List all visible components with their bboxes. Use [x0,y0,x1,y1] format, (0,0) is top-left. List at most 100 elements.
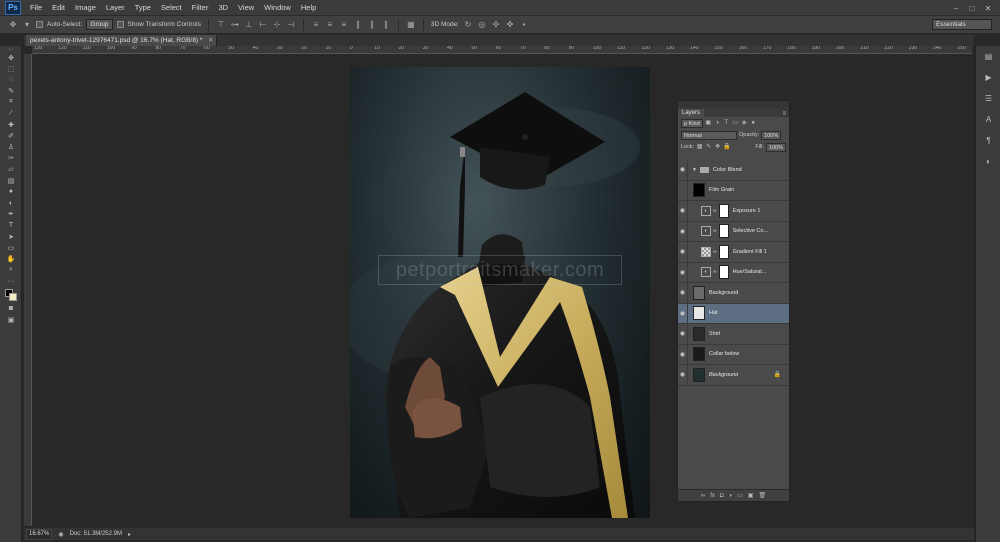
layer-thumbnail[interactable] [693,183,705,198]
distribute-left-icon[interactable]: ∥ [353,20,363,30]
eye-icon[interactable] [678,180,688,201]
lasso-tool-icon[interactable]: ◌ [0,74,22,85]
tab-layers[interactable]: Layers [678,109,705,117]
history-brush-tool-icon[interactable]: ✑ [0,153,22,164]
color-swatches[interactable] [0,287,22,303]
align-middle-icon[interactable]: ⊶ [230,20,240,30]
layer-row[interactable]: ◉ Background [678,282,789,304]
3d-roll-icon[interactable]: ◎ [477,20,487,30]
crop-tool-icon[interactable]: ⌗ [0,97,22,108]
filter-type-icon[interactable]: T [723,119,730,127]
layer-row[interactable]: ◉ ▼ Color Blend [678,159,789,181]
panel-grip[interactable] [678,101,789,108]
hand-tool-icon[interactable]: ✋ [0,253,22,264]
link-icon[interactable]: ∞ [713,208,717,214]
lock-position-icon[interactable]: ✥ [714,143,721,151]
brush-tool-icon[interactable]: ✐ [0,130,22,141]
add-mask-icon[interactable]: ◘ [720,493,724,499]
eye-icon[interactable]: ◉ [678,282,688,303]
transform-controls-checkbox[interactable] [116,21,124,28]
blur-tool-icon[interactable]: ● [0,186,22,197]
eyedropper-tool-icon[interactable]: ⁄ [0,108,22,119]
layer-mask-thumbnail[interactable] [718,203,729,218]
character-panel-icon[interactable]: A [976,109,1000,130]
distribute-middle-icon[interactable]: ≡ [325,20,335,30]
layer-row[interactable]: Film Grain [678,180,789,201]
opacity-field[interactable]: 100% [761,130,782,140]
paragraph-panel-icon[interactable]: ¶ [976,130,1000,151]
adjustments-panel-icon[interactable]: ◐ [976,151,1000,172]
filter-pixel-icon[interactable]: ▣ [705,119,712,127]
link-icon[interactable]: ∞ [713,228,717,234]
lock-pixels-icon[interactable]: ✎ [705,143,712,151]
layer-row[interactable]: ◉ Hat [678,303,789,324]
filter-shape-icon[interactable]: ▭ [732,119,739,127]
chevron-right-icon[interactable]: ▸ [128,531,131,538]
lock-all-icon[interactable]: 🔒 [723,143,730,151]
move-tool-icon[interactable]: ✥ [0,52,22,63]
pen-tool-icon[interactable]: ✒ [0,209,22,220]
screen-mode-icon[interactable]: ▣ [0,314,22,325]
new-group-icon[interactable]: ▭ [737,492,743,499]
filter-smart-object-icon[interactable]: ◈ [741,119,748,127]
share-icon[interactable]: ◉ [58,531,63,538]
link-layers-icon[interactable]: ∞ [701,493,705,499]
align-bottom-icon[interactable]: ⊥ [244,20,254,30]
blend-mode-dropdown[interactable]: Normal [681,130,737,140]
adjustment-icon[interactable]: ◑ [728,493,732,499]
quick-select-tool-icon[interactable]: ✎ [0,86,22,97]
actions-panel-icon[interactable]: ▶ [976,67,1000,88]
eye-icon[interactable]: ◉ [678,303,688,324]
menu-help[interactable]: Help [296,0,321,16]
canvas-area[interactable]: petportraitsmaker.com [32,54,972,526]
minimize-button[interactable]: – [948,4,964,13]
menu-view[interactable]: View [233,0,259,16]
rectangle-tool-icon[interactable]: ▭ [0,242,22,253]
properties-panel-icon[interactable]: ☰ [976,88,1000,109]
auto-select-dropdown[interactable]: Group [86,19,113,30]
history-panel-icon[interactable]: ▤ [976,46,1000,67]
quick-mask-icon[interactable]: ◙ [0,303,22,314]
layer-row[interactable]: ◉ ∞ Gradient Fill 1 [678,241,789,263]
3d-rotate-icon[interactable]: ↻ [463,20,473,30]
zoom-level-field[interactable]: 16.67% [26,528,53,540]
link-icon[interactable]: ∞ [713,269,717,275]
layer-thumbnail[interactable] [693,306,705,321]
layer-mask-thumbnail[interactable] [718,244,729,259]
chevron-down-icon[interactable]: ▾ [22,20,32,30]
layer-thumbnail[interactable] [693,326,705,341]
distribute-bottom-icon[interactable]: ≡ [339,20,349,30]
chevron-down-icon[interactable]: ▼ [692,167,697,173]
layer-row[interactable]: ◉ ◐ ∞ Exposure 1 [678,200,789,222]
link-icon[interactable]: ∞ [713,249,717,255]
new-layer-icon[interactable]: ▣ [748,492,754,499]
3d-scale-icon[interactable]: ▪ [519,20,529,30]
eraser-tool-icon[interactable]: ▱ [0,164,22,175]
path-selection-tool-icon[interactable]: ➤ [0,231,22,242]
filter-adjustment-icon[interactable]: ◑ [714,119,721,127]
layer-row[interactable]: ◉ Background 🔒 [678,364,789,386]
menu-image[interactable]: Image [70,0,101,16]
distribute-center-icon[interactable]: ∥ [367,20,377,30]
trash-icon[interactable]: 🗑 [758,492,766,499]
close-icon[interactable]: ✕ [208,35,213,46]
auto-align-icon[interactable]: ▦ [406,20,416,30]
menu-3d[interactable]: 3D [213,0,233,16]
layer-thumbnail[interactable] [693,347,705,362]
menu-window[interactable]: Window [259,0,296,16]
type-tool-icon[interactable]: T [0,220,22,231]
maximize-button[interactable]: □ [964,4,980,13]
horizontal-ruler[interactable]: 130 120 110 100 90 80 70 60 50 40 30 20 10 0 10 20 30 40 5… [32,46,972,54]
filter-toggle-icon[interactable]: ● [750,119,757,127]
marquee-tool-icon[interactable]: ⬚ [0,63,22,74]
align-top-icon[interactable]: ⊤ [216,20,226,30]
document-tab[interactable]: pexels-antony-trivet-12976471.psd @ 16.7… [26,35,218,46]
align-center-icon[interactable]: ⊹ [272,20,282,30]
panel-menu-icon[interactable]: ≡ [782,111,786,117]
3d-slide-icon[interactable]: ✜ [505,20,515,30]
distribute-right-icon[interactable]: ∥ [381,20,391,30]
fx-icon[interactable]: fx [710,493,715,499]
eye-icon[interactable]: ◉ [678,221,688,242]
layer-row[interactable]: ◉ ◐ ∞ Hue/Saturat... [678,262,789,283]
layer-row[interactable]: ◉ Collar below [678,344,789,365]
